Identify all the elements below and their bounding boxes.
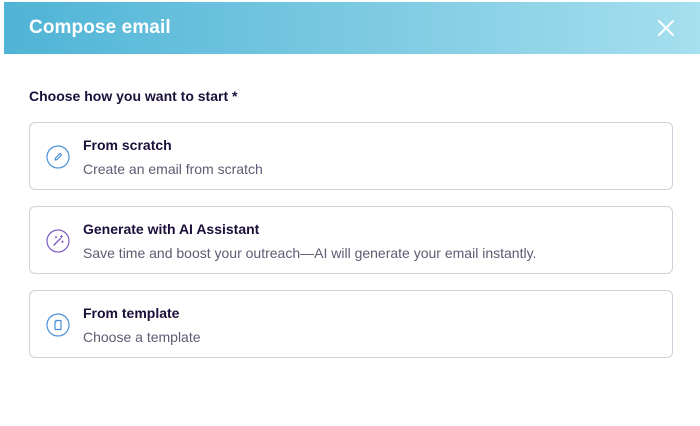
option-generate-ai[interactable]: Generate with AI Assistant Save time and…: [29, 206, 673, 274]
dialog-title: Compose email: [29, 17, 171, 38]
option-title: Generate with AI Assistant: [83, 221, 260, 237]
option-from-scratch[interactable]: From scratch Create an email from scratc…: [29, 122, 673, 190]
magic-wand-icon: [46, 229, 70, 253]
template-icon: [46, 313, 70, 337]
close-button[interactable]: [654, 16, 678, 40]
pencil-icon: [46, 145, 70, 169]
option-description: Choose a template: [83, 329, 201, 345]
option-title: From template: [83, 305, 180, 321]
close-icon: [658, 20, 674, 36]
option-from-template[interactable]: From template Choose a template: [29, 290, 673, 358]
option-description: Create an email from scratch: [83, 161, 263, 177]
option-description: Save time and boost your outreach—AI wil…: [83, 245, 537, 261]
dialog-header: Compose email: [4, 2, 700, 54]
start-prompt-label: Choose how you want to start *: [29, 88, 238, 104]
option-title: From scratch: [83, 137, 172, 153]
